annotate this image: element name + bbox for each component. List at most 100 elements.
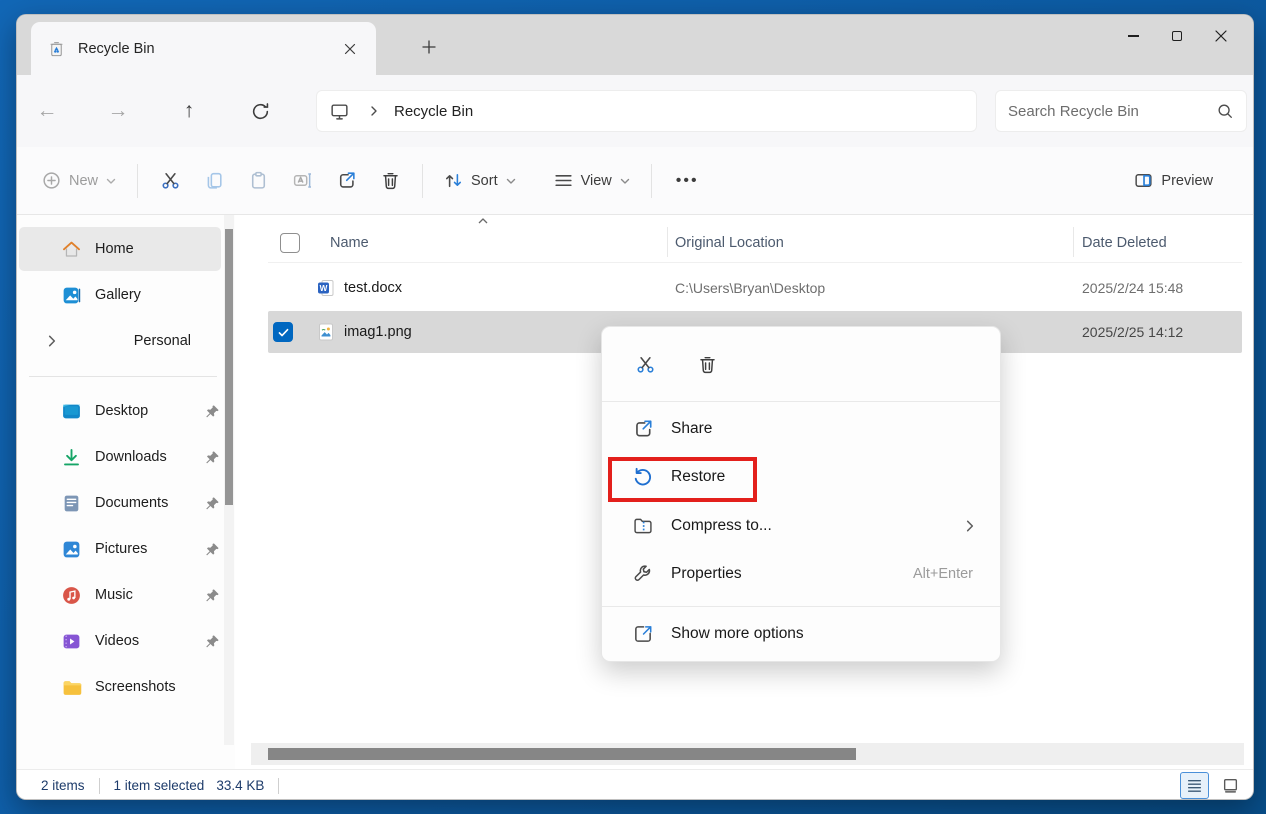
file-date-deleted: 2025/2/24 15:48 bbox=[1082, 280, 1183, 296]
select-all-checkbox[interactable] bbox=[280, 223, 300, 263]
more-options-button[interactable]: ••• bbox=[662, 172, 713, 190]
sidebar-item-label: Gallery bbox=[95, 287, 141, 303]
copy-button[interactable] bbox=[192, 161, 236, 201]
horizontal-scrollbar-thumb[interactable] bbox=[268, 748, 856, 760]
delete-button[interactable] bbox=[368, 161, 412, 201]
pin-icon bbox=[204, 587, 221, 604]
music-icon bbox=[61, 585, 82, 606]
large-icons-view-toggle[interactable] bbox=[1216, 772, 1245, 799]
recycle-bin-icon bbox=[47, 39, 66, 58]
chevron-down-icon bbox=[505, 175, 517, 187]
sidebar-item-home[interactable]: Home bbox=[19, 227, 221, 271]
search-icon[interactable] bbox=[1216, 102, 1234, 120]
details-view-toggle[interactable] bbox=[1180, 772, 1209, 799]
back-button[interactable]: ← bbox=[27, 91, 67, 131]
menu-item-show-more-options[interactable]: Show more options bbox=[607, 610, 995, 658]
share-button[interactable] bbox=[324, 161, 368, 201]
pin-icon bbox=[204, 633, 221, 650]
preview-pane-icon bbox=[1133, 170, 1154, 191]
image-file-icon bbox=[316, 322, 336, 342]
breadcrumb: Recycle Bin bbox=[394, 103, 473, 120]
sidebar-item-documents[interactable]: Documents bbox=[19, 481, 221, 525]
pin-icon bbox=[204, 449, 221, 466]
view-icon bbox=[553, 170, 574, 191]
menu-item-label: Show more options bbox=[671, 625, 804, 643]
downloads-icon bbox=[61, 447, 82, 468]
search-box bbox=[995, 90, 1247, 132]
sidebar-item-screenshots[interactable]: Screenshots bbox=[19, 665, 221, 709]
view-button[interactable]: View bbox=[543, 161, 641, 201]
wrench-icon bbox=[632, 563, 654, 585]
menu-item-label: Properties bbox=[671, 565, 742, 583]
tab-recycle-bin[interactable]: Recycle Bin bbox=[31, 22, 376, 75]
command-toolbar: New bbox=[17, 147, 1253, 215]
restore-icon bbox=[632, 466, 654, 488]
address-bar[interactable]: Recycle Bin bbox=[316, 90, 977, 132]
folder-icon bbox=[61, 677, 82, 698]
sidebar-item-gallery[interactable]: Gallery bbox=[19, 273, 221, 317]
paste-icon bbox=[248, 170, 269, 191]
sidebar-item-label: Personal bbox=[134, 333, 191, 349]
sidebar-item-music[interactable]: Music bbox=[19, 573, 221, 617]
sidebar-item-videos[interactable]: Videos bbox=[19, 619, 221, 663]
sidebar-item-desktop[interactable]: Desktop bbox=[19, 389, 221, 433]
context-cut-button[interactable] bbox=[626, 345, 664, 383]
paste-button[interactable] bbox=[236, 161, 280, 201]
horizontal-scrollbar[interactable] bbox=[251, 743, 1244, 765]
minimize-button[interactable] bbox=[1111, 17, 1155, 55]
selection-count: 1 item selected bbox=[114, 778, 205, 793]
sidebar-item-label: Downloads bbox=[95, 449, 167, 465]
sidebar-item-pictures[interactable]: Pictures bbox=[19, 527, 221, 571]
submenu-chevron-icon bbox=[963, 519, 977, 533]
tab-close-icon[interactable] bbox=[336, 35, 364, 63]
context-menu: Share Restore Compress to... Properties … bbox=[601, 326, 1001, 662]
window-controls bbox=[1111, 17, 1243, 55]
show-more-options-icon bbox=[632, 623, 654, 645]
search-input[interactable] bbox=[1008, 103, 1216, 120]
context-delete-button[interactable] bbox=[688, 345, 726, 383]
breadcrumb-chevron-icon bbox=[368, 105, 380, 117]
cut-button[interactable] bbox=[148, 161, 192, 201]
refresh-button[interactable] bbox=[240, 91, 280, 131]
sidebar-item-downloads[interactable]: Downloads bbox=[19, 435, 221, 479]
file-original-location: C:\Users\Bryan\Desktop bbox=[675, 280, 825, 296]
pin-icon bbox=[204, 541, 221, 558]
new-button[interactable]: New bbox=[31, 161, 127, 201]
sidebar-scrollbar[interactable] bbox=[224, 215, 234, 745]
sort-button[interactable]: Sort bbox=[433, 161, 527, 201]
maximize-button[interactable] bbox=[1155, 17, 1199, 55]
rename-button[interactable] bbox=[280, 161, 324, 201]
share-icon bbox=[632, 418, 654, 440]
menu-item-properties[interactable]: Properties Alt+Enter bbox=[607, 550, 995, 598]
rename-icon bbox=[292, 170, 313, 191]
column-header-name[interactable]: Name bbox=[330, 223, 369, 263]
view-button-label: View bbox=[581, 173, 612, 189]
menu-item-restore[interactable]: Restore bbox=[607, 453, 995, 501]
menu-item-compress-to[interactable]: Compress to... bbox=[607, 502, 995, 550]
column-header-row: Name Original Location Date Deleted bbox=[268, 223, 1242, 263]
sidebar-item-label: Documents bbox=[95, 495, 168, 511]
sidebar-item-personal[interactable]: Personal bbox=[19, 319, 221, 363]
svg-text:W: W bbox=[320, 284, 328, 293]
sidebar-divider bbox=[29, 376, 217, 377]
documents-icon bbox=[61, 493, 82, 514]
up-button[interactable]: ↑ bbox=[169, 91, 209, 131]
sidebar-item-label: Videos bbox=[95, 633, 139, 649]
chevron-down-icon bbox=[105, 175, 117, 187]
close-button[interactable] bbox=[1199, 17, 1243, 55]
column-header-date-deleted[interactable]: Date Deleted bbox=[1082, 223, 1167, 263]
preview-button[interactable]: Preview bbox=[1123, 161, 1223, 201]
file-row-test-docx[interactable]: W test.docx C:\Users\Bryan\Desktop 2025/… bbox=[268, 267, 1242, 309]
home-icon bbox=[61, 239, 82, 260]
row-checkbox[interactable] bbox=[273, 311, 293, 353]
pin-icon bbox=[204, 495, 221, 512]
menu-item-share[interactable]: Share bbox=[607, 405, 995, 453]
new-tab-button[interactable] bbox=[413, 31, 445, 63]
compress-zip-icon bbox=[632, 515, 654, 537]
sidebar-item-label: Music bbox=[95, 587, 133, 603]
gallery-icon bbox=[61, 285, 82, 306]
column-header-original-location[interactable]: Original Location bbox=[675, 223, 784, 263]
sort-icon bbox=[443, 170, 464, 191]
forward-button[interactable]: → bbox=[98, 91, 138, 131]
sidebar-item-label: Desktop bbox=[95, 403, 148, 419]
